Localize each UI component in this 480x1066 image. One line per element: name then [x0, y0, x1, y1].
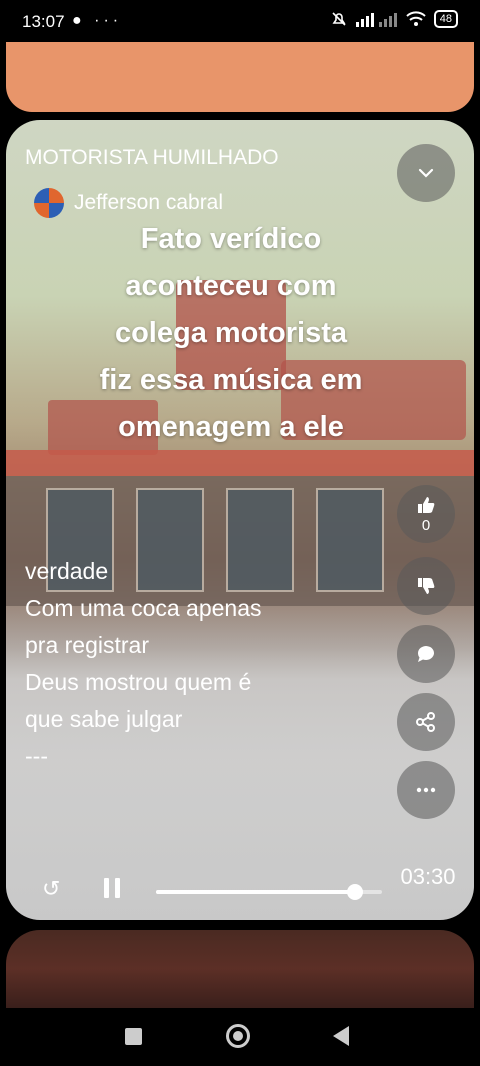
progress-fill	[156, 890, 355, 894]
overlay-line: omenagem a ele	[118, 411, 344, 443]
track-time: 03:30	[400, 864, 456, 889]
wifi-icon	[406, 11, 426, 26]
notification-icons: ● ···	[72, 12, 123, 29]
pause-icon[interactable]	[104, 878, 122, 898]
comment-icon	[417, 646, 434, 662]
comment-button[interactable]	[397, 625, 455, 683]
lyrics: verdade Com uma coca apenas pra registra…	[25, 553, 262, 775]
previous-card[interactable]	[6, 42, 474, 112]
signal-icon	[355, 13, 397, 27]
avatar	[34, 188, 64, 218]
mute-icon	[332, 12, 346, 26]
like-button[interactable]: 0	[397, 485, 455, 543]
lyrics-line: pra registrar	[25, 632, 149, 658]
progress-bar[interactable]	[156, 884, 382, 900]
lyrics-line: Com uma coca apenas	[25, 595, 262, 621]
player-controls: ↺ 03:30	[6, 840, 474, 910]
song-title: MOTORISTA HUMILHADO	[25, 146, 279, 169]
chevron-down-icon	[418, 168, 434, 178]
thumbs-down-icon	[418, 578, 435, 594]
status-time: 13:07	[22, 12, 65, 31]
author-name: Jefferson cabral	[74, 191, 224, 214]
progress-thumb[interactable]	[346, 884, 363, 900]
like-count: 0	[421, 516, 431, 534]
background-window	[316, 488, 384, 592]
more-icon	[416, 787, 436, 793]
dislike-button[interactable]	[397, 557, 455, 615]
share-icon	[416, 712, 435, 732]
lyrics-line: verdade	[25, 558, 109, 584]
status-bar: 13:07 ● ··· 48	[0, 0, 480, 42]
back-button[interactable]	[333, 1026, 349, 1046]
navigation-bar	[0, 1008, 480, 1066]
share-button[interactable]	[397, 693, 455, 751]
recents-button[interactable]	[125, 1028, 142, 1045]
author-row[interactable]: Jefferson cabral	[34, 188, 223, 218]
lyrics-line: ---	[25, 743, 48, 769]
overlay-line: colega motorista	[114, 317, 348, 349]
overlay-line: Fato verídico	[140, 223, 322, 255]
thumbs-up-icon	[418, 496, 435, 513]
background-roof	[6, 450, 474, 476]
collapse-button[interactable]	[397, 144, 455, 202]
song-card[interactable]: MOTORISTA HUMILHADO Jefferson cabral Fat…	[6, 120, 474, 920]
overlay-line: aconteceu com	[125, 270, 337, 302]
lyrics-line: que sabe julgar	[25, 706, 183, 732]
replay-icon[interactable]: ↺	[42, 876, 60, 902]
next-card[interactable]	[6, 930, 474, 1008]
lyrics-line: Deus mostrou quem é	[25, 669, 252, 695]
more-options-button[interactable]	[397, 761, 455, 819]
overlay-caption: Fato verídico aconteceu com colega motor…	[66, 216, 396, 451]
overlay-line: fiz essa música em	[99, 364, 363, 396]
battery-indicator: 48	[433, 10, 458, 28]
status-icons: 48	[330, 10, 458, 28]
home-button[interactable]	[226, 1024, 250, 1048]
